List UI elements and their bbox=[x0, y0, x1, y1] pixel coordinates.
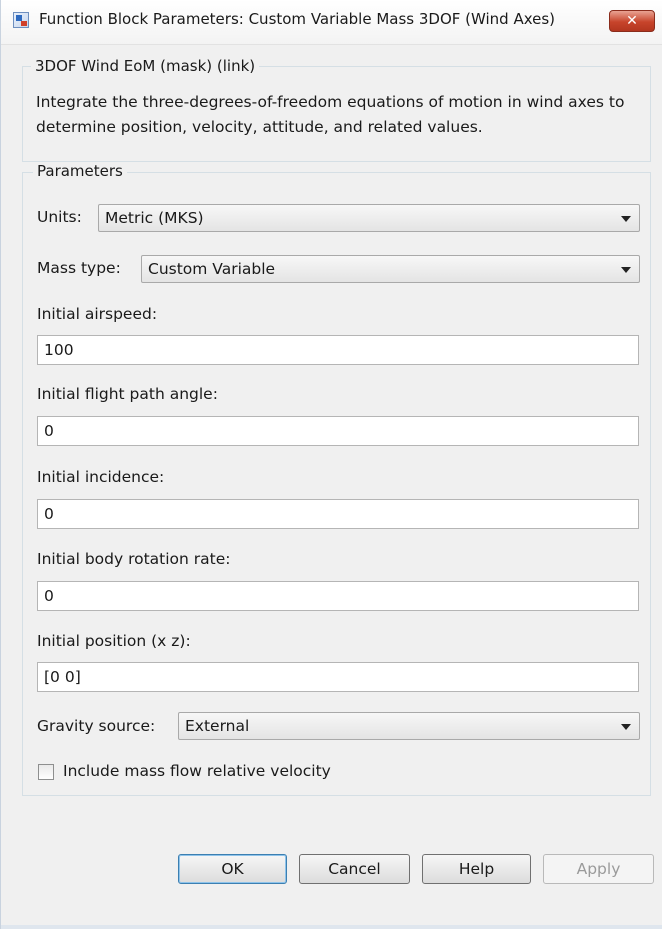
gravity-source-value: External bbox=[185, 717, 250, 735]
title-bar[interactable]: Function Block Parameters: Custom Variab… bbox=[1, 0, 662, 45]
ok-button[interactable]: OK bbox=[178, 854, 287, 884]
window-bottom-border bbox=[1, 925, 662, 929]
initial-airspeed-input[interactable]: 100 bbox=[37, 335, 639, 365]
close-icon: ✕ bbox=[626, 13, 638, 29]
initial-body-rotation-rate-input[interactable]: 0 bbox=[37, 581, 639, 611]
mask-description: Integrate the three-degrees-of-freedom e… bbox=[36, 93, 625, 136]
units-value: Metric (MKS) bbox=[105, 209, 204, 227]
mass-type-dropdown[interactable]: Custom Variable bbox=[141, 255, 640, 283]
initial-flight-path-angle-label: Initial flight path angle: bbox=[37, 385, 218, 403]
include-mass-flow-checkbox[interactable] bbox=[38, 764, 54, 780]
initial-airspeed-value: 100 bbox=[44, 341, 74, 359]
initial-incidence-input[interactable]: 0 bbox=[37, 499, 639, 529]
mass-type-value: Custom Variable bbox=[148, 260, 276, 278]
chevron-down-icon bbox=[621, 724, 631, 730]
gravity-source-label: Gravity source: bbox=[37, 717, 156, 735]
initial-position-label: Initial position (x z): bbox=[37, 632, 191, 650]
parameters-group-title: Parameters bbox=[33, 162, 127, 180]
include-mass-flow-label[interactable]: Include mass flow relative velocity bbox=[63, 762, 331, 780]
apply-button[interactable]: Apply bbox=[543, 854, 654, 884]
dialog-window: Function Block Parameters: Custom Variab… bbox=[0, 0, 662, 929]
help-button[interactable]: Help bbox=[422, 854, 531, 884]
chevron-down-icon bbox=[621, 216, 631, 222]
initial-flight-path-angle-value: 0 bbox=[44, 422, 54, 440]
mask-group-title: 3DOF Wind EoM (mask) (link) bbox=[31, 57, 260, 75]
initial-incidence-label: Initial incidence: bbox=[37, 468, 165, 486]
gravity-source-dropdown[interactable]: External bbox=[178, 712, 640, 740]
initial-incidence-value: 0 bbox=[44, 505, 54, 523]
mass-type-label: Mass type: bbox=[37, 259, 121, 277]
initial-body-rotation-rate-value: 0 bbox=[44, 587, 54, 605]
units-label: Units: bbox=[37, 208, 82, 226]
window-title: Function Block Parameters: Custom Variab… bbox=[39, 10, 556, 28]
initial-position-input[interactable]: [0 0] bbox=[37, 662, 639, 692]
initial-body-rotation-rate-label: Initial body rotation rate: bbox=[37, 550, 231, 568]
initial-position-value: [0 0] bbox=[44, 668, 81, 686]
initial-flight-path-angle-input[interactable]: 0 bbox=[37, 416, 639, 446]
close-button[interactable]: ✕ bbox=[609, 10, 655, 32]
units-dropdown[interactable]: Metric (MKS) bbox=[98, 204, 640, 232]
chevron-down-icon bbox=[621, 267, 631, 273]
cancel-button[interactable]: Cancel bbox=[299, 854, 410, 884]
initial-airspeed-label: Initial airspeed: bbox=[37, 305, 158, 323]
simulink-block-icon bbox=[13, 12, 29, 28]
